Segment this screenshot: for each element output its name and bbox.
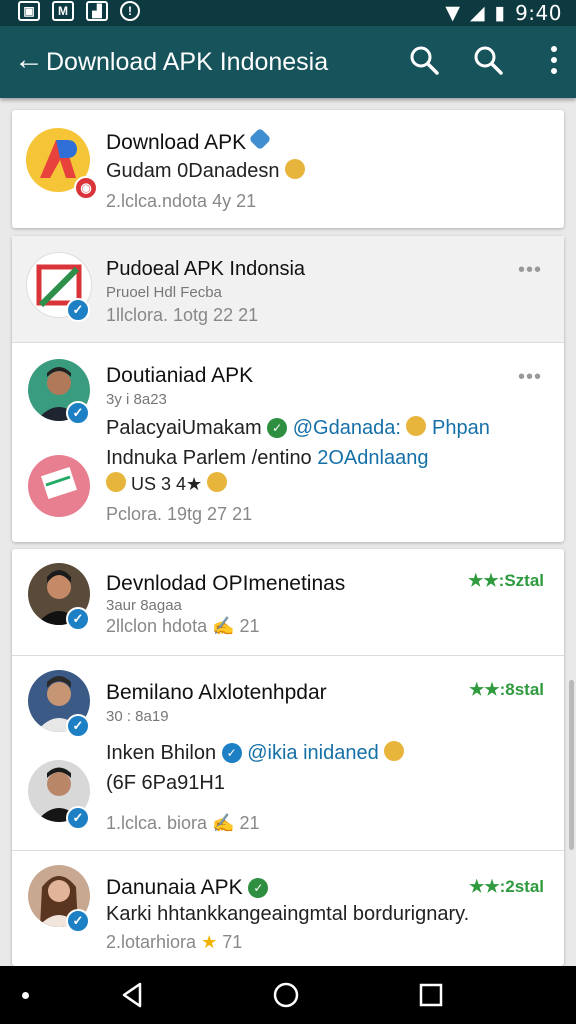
item-title: Pudoeal APK Indonsia	[106, 258, 306, 280]
system-nav-bar	[0, 966, 576, 1024]
item-meta: 1llclora. 1otg 22 21	[106, 305, 259, 325]
item-meta-text: 1.lclca. biora	[106, 813, 208, 833]
list-card: ◉ Download APK Gudam 0Danadesn 2.lclca.n…	[12, 110, 564, 228]
mention-link[interactable]: @Gdanada:	[293, 417, 401, 439]
chart-icon: ▟	[86, 1, 108, 21]
item-subtitle: 30 : 8a19	[106, 708, 169, 725]
star-icon: ★	[201, 932, 218, 952]
pen-icon: ✍	[212, 616, 235, 636]
item-subtitle: 3aur 8agaa	[106, 597, 182, 614]
item-meta-count: 21	[239, 616, 260, 636]
back-icon[interactable]	[118, 980, 148, 1010]
rating-label: ★★:Sztal	[468, 571, 544, 590]
item-subtitle: Gudam 0Danadesn	[106, 158, 306, 184]
check-icon: ✓	[267, 418, 288, 438]
recents-icon[interactable]	[416, 980, 446, 1010]
signal-icon: ◢	[469, 2, 485, 24]
item-name: Download APK	[106, 127, 272, 156]
verified-icon	[248, 127, 272, 151]
item-title: Danunaia APK	[106, 876, 243, 899]
item-title: Download APK	[106, 131, 247, 154]
emoji-icon	[406, 416, 427, 436]
item-meta: 2llclon hdota ✍ 21	[106, 615, 260, 637]
message-text: Indnuka Parlem /entino	[106, 447, 318, 469]
mention-link[interactable]: Phpan	[432, 417, 490, 439]
status-system-icons: ▼ ◢ ▮ 9:40	[445, 1, 562, 25]
verified-badge-icon: ✓	[66, 714, 90, 738]
message-line: Karki hhtankkangeaingmtal bordurignary.	[106, 903, 470, 925]
item-title: Devnlodad OPImenetinas	[106, 572, 346, 595]
wifi-icon: ▼	[445, 2, 460, 24]
battery-icon: ▮	[494, 2, 506, 24]
list-card: ✓ Pudoeal APK Indonsia Pruoel Hdl Fecba …	[12, 236, 564, 542]
rating-label: ★★:2stal	[469, 877, 544, 896]
list-item[interactable]: ✓ Devnlodad OPImenetinas 3aur 8agaa 2llc…	[12, 549, 564, 655]
verified-badge-icon: ✓	[66, 909, 90, 933]
notification-icon: !	[120, 1, 140, 21]
list-item[interactable]: ◉ Download APK Gudam 0Danadesn 2.lclca.n…	[12, 110, 564, 228]
mention-link[interactable]: @ikia inidaned	[247, 742, 379, 764]
item-subtitle: 3y i 8a23	[106, 391, 167, 408]
reaction-text: US 3 4★	[131, 474, 203, 494]
list-item[interactable]: ✓ Pudoeal APK Indonsia Pruoel Hdl Fecba …	[12, 236, 564, 342]
item-title: Bemilano Alxlotenhpdar	[106, 681, 327, 704]
item-meta-text: 2.lotarhiora	[106, 932, 197, 952]
messaging-icon: M	[52, 1, 74, 21]
list-card: ✓ Devnlodad OPImenetinas 3aur 8agaa 2llc…	[12, 549, 564, 966]
mention-link[interactable]: 2OAdnlaang	[317, 447, 428, 469]
item-subtitle: Pruoel Hdl Fecba	[106, 284, 222, 301]
emoji-icon	[384, 741, 405, 761]
item-subtitle-text: Gudam 0Danadesn	[106, 160, 280, 182]
search-icon[interactable]	[406, 42, 442, 78]
search-icon[interactable]	[470, 42, 506, 78]
verified-badge-icon: ✓	[66, 806, 90, 830]
scrollbar[interactable]	[569, 680, 574, 850]
emoji-icon	[285, 159, 306, 179]
verified-badge-icon: ✓	[66, 298, 90, 322]
item-meta-count: 71	[222, 932, 243, 952]
item-title: Doutianiad APK	[106, 364, 254, 387]
list-item[interactable]: ✓ Doutianiad APK 3y i 8a23 PalacyaiUmaka…	[12, 343, 564, 542]
check-icon: ✓	[221, 743, 242, 763]
verified-icon: ✓	[248, 878, 269, 898]
verified-badge-icon: ✓	[66, 401, 90, 425]
reaction-line: US 3 4★	[106, 471, 228, 497]
item-name: Danunaia APK ✓	[106, 875, 269, 901]
gallery-icon: ▣	[18, 1, 40, 21]
app-badge-icon: ◉	[74, 176, 98, 200]
app-logo-avatar	[28, 455, 90, 517]
item-meta: 2.lclca.ndota 4y 21	[106, 191, 257, 211]
message-line: (6F 6Pa91H1	[106, 772, 225, 794]
page-title: Download APK Indonesia	[46, 48, 329, 76]
message-line: Indnuka Parlem /entino 2OAdnlaang	[106, 445, 428, 471]
emoji-icon	[207, 472, 228, 492]
item-meta: 1.lclca. biora ✍ 21	[106, 812, 260, 834]
status-notification-icons: ▣ M ▟ !	[18, 1, 140, 21]
back-arrow-icon[interactable]: ←	[14, 44, 44, 76]
rating-label: ★★:8stal	[469, 680, 544, 699]
more-options-icon[interactable]: •••	[518, 260, 542, 280]
nav-dot-icon	[22, 992, 29, 999]
pen-icon: ✍	[212, 813, 235, 833]
item-meta: Pclora. 19tg 27 21	[106, 504, 253, 524]
list-item[interactable]: ✓ Danunaia APK ✓ Karki hhtankkangeaingmt…	[12, 851, 564, 966]
message-text: PalacyaiUmakam	[106, 417, 262, 439]
verified-badge-icon: ✓	[66, 607, 90, 631]
message-line: PalacyaiUmakam ✓ @Gdanada: Phpan	[106, 415, 490, 441]
more-vert-icon[interactable]	[550, 46, 558, 74]
message-line: Inken Bhilon ✓ @ikia inidaned	[106, 740, 405, 766]
status-bar: ▣ M ▟ ! ▼ ◢ ▮ 9:40	[0, 0, 576, 26]
item-meta: 2.lotarhiora ★ 71	[106, 931, 242, 953]
app-bar: ← Download APK Indonesia	[0, 26, 576, 98]
more-options-icon[interactable]: •••	[518, 367, 542, 387]
item-meta-text: 2llclon hdota	[106, 616, 208, 636]
status-time: 9:40	[515, 1, 562, 25]
home-icon[interactable]	[271, 980, 301, 1010]
item-meta-count: 21	[239, 813, 260, 833]
message-text: Inken Bhilon	[106, 742, 217, 764]
list-item[interactable]: ✓ Bemilano Alxlotenhpdar 30 : 8a19 Inken…	[12, 656, 564, 850]
emoji-icon	[106, 472, 126, 492]
